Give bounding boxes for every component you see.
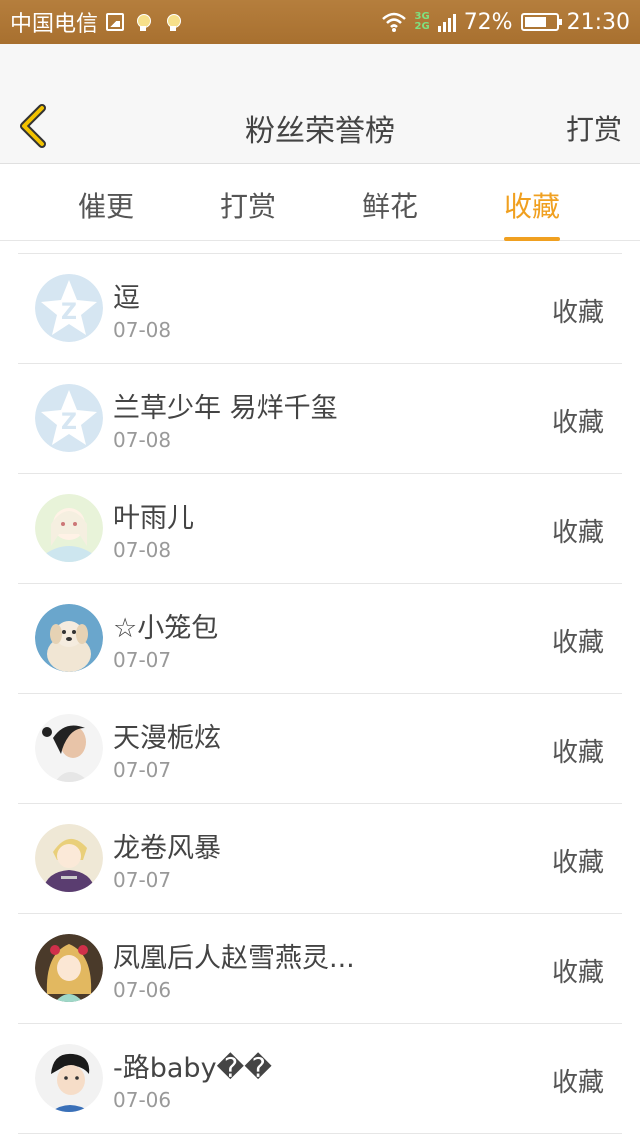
list-item[interactable]: Z 逗 07-08 收藏 [18, 254, 622, 364]
battery-percent: 72% [463, 9, 513, 35]
svg-text:Z: Z [61, 300, 77, 325]
action-label: 收藏 [551, 1068, 604, 1098]
tab-collect[interactable]: 收藏 [504, 185, 561, 241]
user-name: 龙卷风暴 [113, 833, 221, 864]
anime-girl-red-avatar-icon [35, 934, 103, 1002]
date-label: 07-08 [113, 318, 172, 342]
action-label: 收藏 [551, 848, 604, 878]
anime-boy-avatar-icon [35, 824, 103, 892]
default-avatar-icon: Z [35, 384, 103, 452]
woman-portrait-avatar-icon [35, 714, 103, 782]
date-label: 07-06 [113, 1088, 172, 1112]
wifi-icon [381, 12, 406, 32]
user-name: 凤凰后人赵雪燕灵... [113, 943, 355, 974]
svg-text:Z: Z [61, 410, 77, 435]
list-item[interactable]: Z 兰草少年 易烊千玺 07-08 收藏 [18, 364, 622, 474]
user-name: 兰草少年 易烊千玺 [113, 393, 338, 424]
anime-girl-avatar-icon [35, 494, 103, 562]
nav-header: 粉丝荣誉榜 打赏 [0, 44, 640, 164]
date-label: 07-06 [113, 978, 172, 1002]
boy-portrait-avatar-icon [35, 1044, 103, 1112]
action-label: 收藏 [551, 738, 604, 768]
user-name: ☆小笼包 [113, 613, 219, 644]
date-label: 07-08 [113, 538, 172, 562]
action-label: 收藏 [551, 518, 604, 548]
list-item[interactable]: 天漫栀炫 07-07 收藏 [18, 694, 622, 804]
fan-list: Z 逗 07-08 收藏 Z 兰草少年 易烊千玺 07-08 收藏 叶雨儿 07… [18, 253, 622, 1134]
action-label: 收藏 [551, 298, 604, 328]
puppy-avatar-icon [35, 604, 103, 672]
user-name: 天漫栀炫 [113, 723, 221, 754]
list-item[interactable]: -路baby�� 07-06 收藏 [18, 1024, 622, 1134]
carrier-label: 中国电信 [10, 12, 99, 37]
tab-reward[interactable]: 打赏 [220, 185, 276, 225]
tab-flowers[interactable]: 鲜花 [362, 185, 418, 225]
signal-icon [437, 12, 456, 32]
page-title: 粉丝荣誉榜 [245, 114, 395, 149]
reward-button[interactable]: 打赏 [566, 108, 622, 148]
lightbulb-icon [162, 11, 184, 33]
list-item[interactable]: 凤凰后人赵雪燕灵... 07-06 收藏 [18, 914, 622, 1024]
status-bar: 中国电信 3G 2G 72% 21:30 [0, 0, 640, 44]
user-name: 逗 [113, 283, 140, 314]
date-label: 07-07 [113, 868, 172, 892]
user-name: 叶雨儿 [113, 503, 194, 534]
action-label: 收藏 [551, 628, 604, 658]
action-label: 收藏 [551, 408, 604, 438]
lightbulb-icon [132, 11, 154, 33]
default-avatar-icon: Z [35, 274, 103, 342]
date-label: 07-08 [113, 428, 172, 452]
battery-icon [520, 13, 562, 31]
image-notification-icon [106, 13, 125, 31]
user-name: -路baby�� [113, 1053, 272, 1084]
network-type-indicator: 3G 2G [414, 11, 430, 32]
tab-urge[interactable]: 催更 [78, 185, 134, 225]
action-label: 收藏 [551, 958, 604, 988]
list-item[interactable]: 叶雨儿 07-08 收藏 [18, 474, 622, 584]
list-item[interactable]: 龙卷风暴 07-07 收藏 [18, 804, 622, 914]
active-tab-indicator [504, 237, 561, 241]
date-label: 07-07 [113, 648, 172, 672]
tab-bar: 催更 打赏 鲜花 收藏 [0, 165, 640, 241]
list-item[interactable]: ☆小笼包 07-07 收藏 [18, 584, 622, 694]
date-label: 07-07 [113, 758, 172, 782]
clock: 21:30 [566, 9, 630, 35]
